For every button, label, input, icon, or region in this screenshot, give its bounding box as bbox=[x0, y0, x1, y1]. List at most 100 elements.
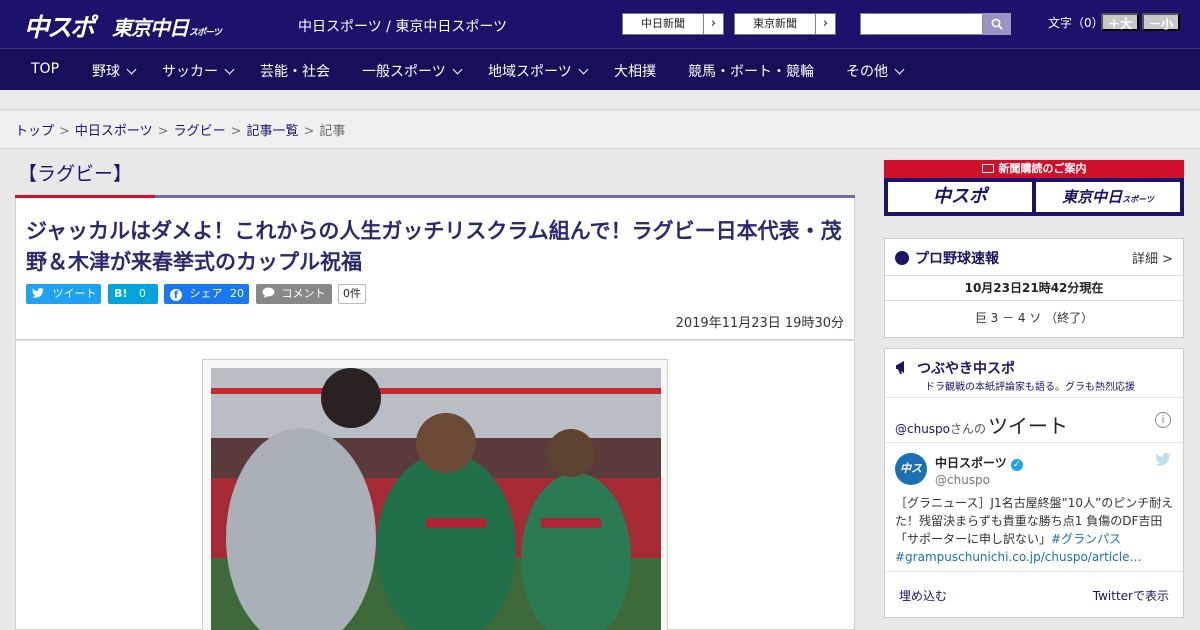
chuspo-subscribe-link[interactable]: 中スポ bbox=[888, 182, 1032, 212]
newspaper-icon bbox=[981, 164, 994, 173]
tweet-hashtag-link[interactable]: #グランパス bbox=[1051, 532, 1121, 546]
nav-item-label: TOP bbox=[31, 61, 60, 77]
tokyo-chunichi-logo[interactable]: 東京中日スポーツ bbox=[112, 12, 222, 41]
article-photo-section bbox=[15, 340, 855, 630]
nav-item-label: 競馬・ボート・競輪 bbox=[688, 64, 814, 80]
article-category: 【ラグビー】 bbox=[18, 163, 133, 185]
twitter-timeline-header: @chuspoさんの ツイート i bbox=[885, 397, 1183, 443]
search-icon bbox=[991, 18, 1003, 30]
main-nav: TOP 野球 サッカー 芸能・社会 一般スポーツ 地域スポーツ 大相撲 競馬・ボ… bbox=[0, 48, 1200, 90]
tweet-body: ［グラニュース］J1名古屋終盤”10人”のピンチ耐えた！残留決まらずも貴重な勝ち… bbox=[895, 496, 1174, 546]
subscription-header-text: 新聞購読のご案内 bbox=[998, 162, 1087, 175]
nav-item-top[interactable]: TOP bbox=[31, 61, 59, 77]
baseball-title-text: プロ野球速報 bbox=[915, 251, 999, 267]
chevron-down-icon bbox=[126, 64, 137, 75]
nav-item-label: 一般スポーツ bbox=[362, 64, 446, 80]
facebook-share-label: シェア bbox=[189, 287, 223, 300]
article-date: 2019年11月23日 19時30分 bbox=[675, 316, 844, 331]
speech-bubble-icon bbox=[262, 287, 275, 298]
chevron-right-icon: › bbox=[703, 14, 723, 34]
twitter-panel-subtitle: ドラ観戦の本紙評論家も語る。グラも熱烈応援 bbox=[925, 382, 1135, 393]
header-bar: 中スポ 東京中日スポーツ 中日スポーツ / 東京中日スポーツ 中日新聞 › 東京… bbox=[0, 0, 1200, 48]
font-larger-button[interactable]: ＋大 bbox=[1101, 13, 1139, 31]
tweet-button[interactable]: ツイート bbox=[26, 284, 101, 304]
nav-item-label: 芸能・社会 bbox=[260, 64, 330, 80]
nav-item-racing[interactable]: 競馬・ボート・競輪 bbox=[688, 61, 814, 81]
twitter-bird-icon[interactable] bbox=[1155, 453, 1171, 466]
breadcrumb-chunichi-sports[interactable]: 中日スポーツ bbox=[75, 124, 153, 139]
nav-item-soccer[interactable]: サッカー bbox=[162, 61, 235, 81]
twitter-bird-icon bbox=[32, 288, 44, 298]
subscription-header: 新聞購読のご案内 bbox=[884, 160, 1184, 178]
nav-item-sumo[interactable]: 大相撲 bbox=[614, 61, 656, 81]
search-button[interactable] bbox=[983, 13, 1011, 35]
twitter-timeline-footer: 埋め込む Twitterで表示 bbox=[885, 571, 1183, 617]
facebook-share-button[interactable]: f シェア 20 bbox=[164, 284, 249, 304]
tweet-author-handle[interactable]: @chuspo bbox=[935, 473, 990, 487]
breadcrumb-rugby[interactable]: ラグビー bbox=[174, 124, 226, 139]
chunichi-shimbun-link[interactable]: 中日新聞 › bbox=[622, 13, 724, 35]
breadcrumb-top[interactable]: トップ bbox=[15, 124, 54, 139]
tokyo-chunichi-subscribe-text: 東京中日 bbox=[1062, 188, 1123, 206]
hatena-bookmark-button[interactable]: B! 0 bbox=[108, 284, 158, 304]
baseball-update-time: 10月23日21時42分現在 bbox=[885, 275, 1183, 301]
verified-badge-icon: ✓ bbox=[1010, 459, 1023, 471]
breadcrumb-separator: > bbox=[303, 124, 315, 139]
timeline-handle-link[interactable]: @chuspo bbox=[895, 422, 950, 436]
timeline-handle-suffix: さんの bbox=[950, 422, 987, 436]
tweet-text: ［グラニュース］J1名古屋終盤”10人”のピンチ耐えた！残留決まらずも貴重な勝ち… bbox=[895, 494, 1175, 566]
chevron-down-icon bbox=[224, 64, 235, 75]
nav-item-other[interactable]: その他 bbox=[846, 61, 905, 81]
breadcrumb-separator: > bbox=[230, 124, 242, 139]
baseball-game-score[interactable]: 巨 3 － 4 ソ （終了） bbox=[885, 309, 1183, 326]
tweet-author-name-text: 中日スポーツ bbox=[935, 456, 1007, 470]
twitter-title-text: つぶやき中スポ bbox=[917, 361, 1015, 377]
megaphone-icon bbox=[896, 361, 904, 374]
tweet-label: ツイート bbox=[52, 287, 97, 300]
subscription-banner[interactable]: 新聞購読のご案内 中スポ 東京中日スポーツ bbox=[884, 160, 1184, 216]
timeline-tweets-word: ツイート bbox=[988, 414, 1069, 438]
tokyo-chunichi-subscribe-link[interactable]: 東京中日スポーツ bbox=[1036, 182, 1180, 212]
nav-item-general-sports[interactable]: 一般スポーツ bbox=[362, 61, 463, 81]
search-input[interactable] bbox=[860, 13, 983, 35]
chevron-down-icon bbox=[894, 64, 905, 75]
chuspo-logo[interactable]: 中スポ bbox=[24, 8, 95, 44]
rugby-players-image bbox=[211, 368, 661, 630]
tokyo-chunichi-logo-small: スポーツ bbox=[189, 28, 222, 38]
tokyo-chunichi-logo-text: 東京中日 bbox=[112, 16, 189, 40]
nav-item-baseball[interactable]: 野球 bbox=[92, 61, 137, 81]
baseball-icon bbox=[895, 251, 909, 265]
nav-item-label: 大相撲 bbox=[614, 64, 656, 80]
info-icon[interactable]: i bbox=[1155, 412, 1171, 428]
font-smaller-button[interactable]: －小 bbox=[1142, 13, 1180, 31]
nav-item-label: 地域スポーツ bbox=[488, 64, 572, 80]
twitter-panel: つぶやき中スポ ドラ観戦の本紙評論家も語る。グラも熱烈応援 @chuspoさんの… bbox=[884, 348, 1184, 618]
comment-button[interactable]: コメント bbox=[256, 284, 332, 304]
nav-item-entertainment[interactable]: 芸能・社会 bbox=[260, 61, 330, 81]
hatena-count: 0 bbox=[138, 287, 146, 300]
font-size-label: 文字（0） bbox=[1048, 16, 1104, 30]
tokyo-shimbun-link[interactable]: 東京新聞 › bbox=[734, 13, 836, 35]
avatar[interactable]: 中スポ bbox=[895, 453, 927, 507]
breadcrumb-article-list[interactable]: 記事一覧 bbox=[247, 124, 299, 139]
chevron-right-icon: › bbox=[815, 14, 835, 34]
breadcrumb-separator: > bbox=[59, 124, 70, 139]
nav-item-label: 野球 bbox=[92, 64, 120, 80]
nav-item-local-sports[interactable]: 地域スポーツ bbox=[488, 61, 589, 81]
site-names: 中日スポーツ / 東京中日スポーツ bbox=[298, 19, 508, 35]
tweet-article-link[interactable]: #grampuschunichi.co.jp/chuspo/article… bbox=[895, 550, 1141, 564]
view-on-twitter-link[interactable]: Twitterで表示 bbox=[1093, 587, 1169, 604]
ad-band bbox=[0, 90, 1200, 110]
comment-label: コメント bbox=[281, 287, 326, 300]
facebook-share-count: 20 bbox=[230, 287, 244, 300]
twitter-panel-title: つぶやき中スポ bbox=[895, 358, 1015, 378]
baseball-details-link[interactable]: 詳細 > bbox=[1132, 248, 1173, 267]
nav-item-label: その他 bbox=[846, 64, 888, 80]
article-header-card: ジャッカルはダメよ！これからの人生ガッチリスクラム組んで！ラグビー日本代表・茂野… bbox=[15, 198, 855, 340]
photo-frame bbox=[202, 359, 668, 630]
tweet-author-name[interactable]: 中日スポーツ ✓ bbox=[935, 454, 1023, 471]
baseball-panel-title: プロ野球速報 bbox=[895, 248, 999, 268]
tokyo-shimbun-label: 東京新聞 bbox=[753, 17, 797, 30]
comment-count: 0件 bbox=[338, 284, 366, 304]
embed-link[interactable]: 埋め込む bbox=[899, 587, 947, 604]
